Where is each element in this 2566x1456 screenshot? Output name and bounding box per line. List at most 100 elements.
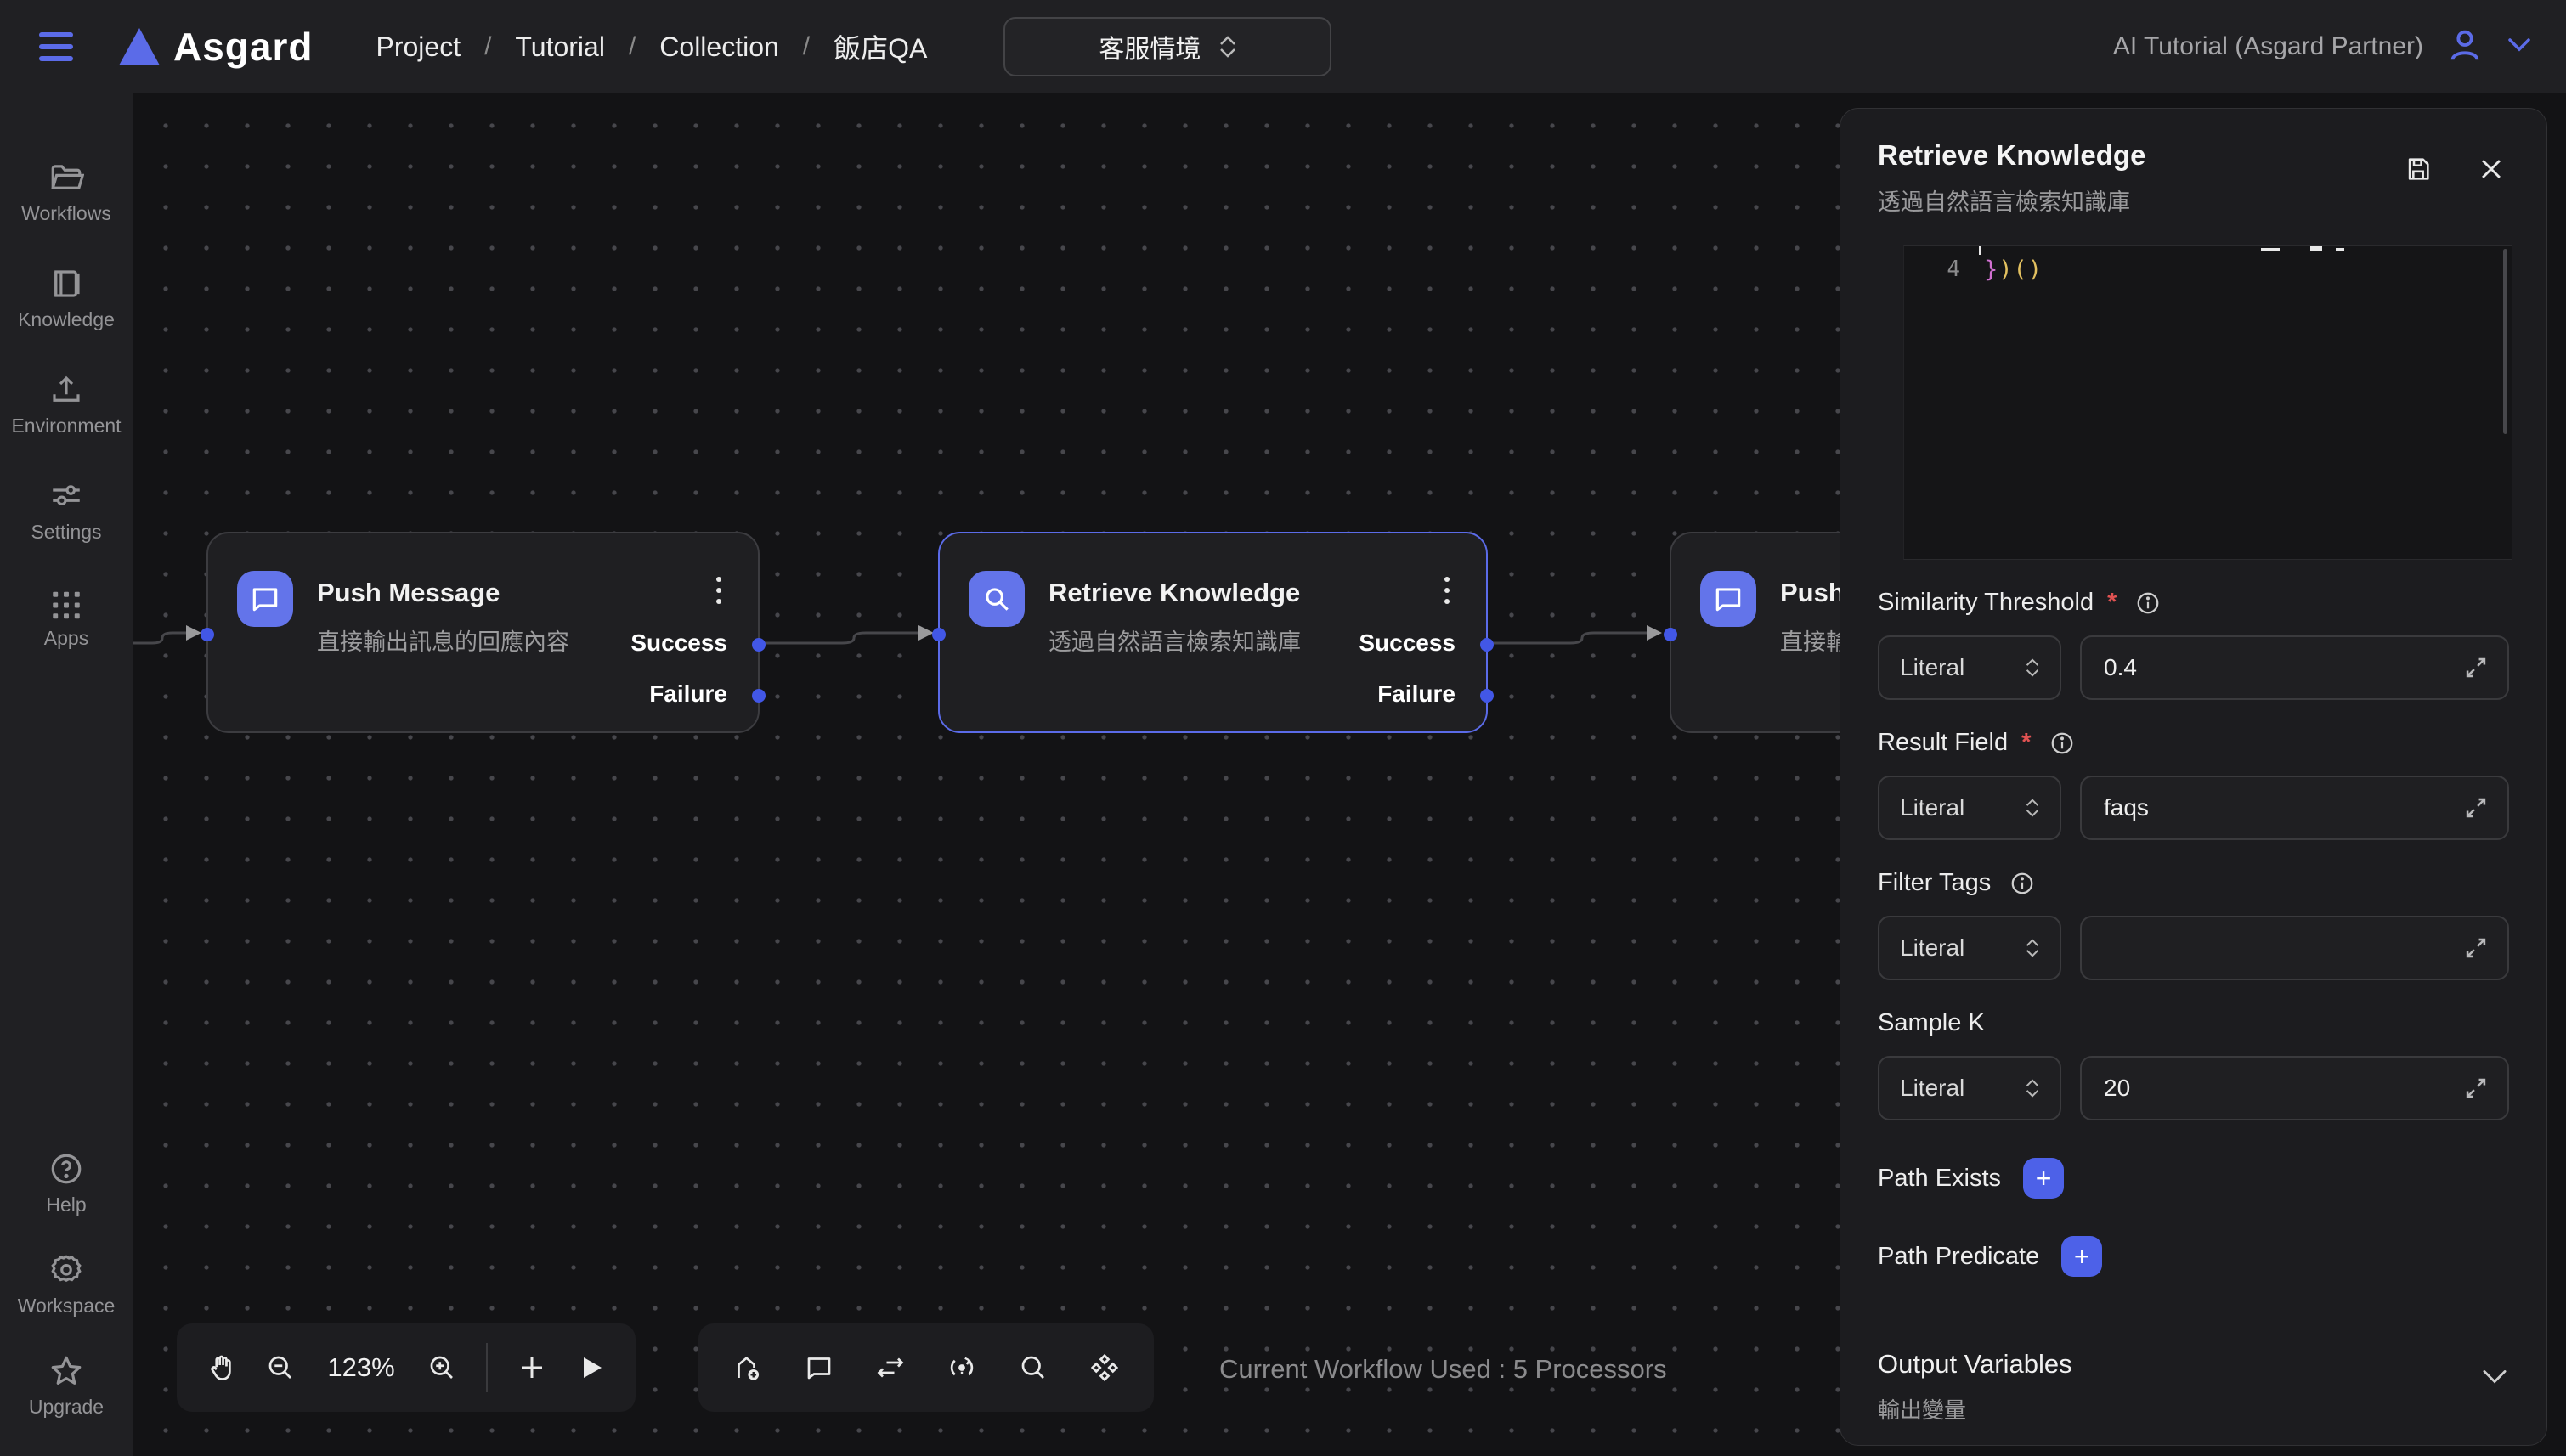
save-icon[interactable] xyxy=(2404,155,2433,183)
node-push-message[interactable]: Push Message 直接輸出訊息的回應內容 Success Failure xyxy=(206,532,760,733)
sidebar-item-settings[interactable]: Settings xyxy=(0,478,133,544)
fit-view-icon[interactable] xyxy=(1089,1352,1120,1383)
edge-push-to-retrieve xyxy=(761,633,918,643)
path-exists-row: Path Exists + xyxy=(1878,1158,2509,1199)
sidebar-item-knowledge[interactable]: Knowledge xyxy=(0,266,133,331)
sidebar-item-environment[interactable]: Environment xyxy=(0,372,133,437)
field-value: 0.4 xyxy=(2104,654,2461,681)
sidebar-item-upgrade[interactable]: Upgrade xyxy=(0,1353,133,1419)
info-icon[interactable] xyxy=(2049,731,2075,756)
rerun-agent-icon[interactable] xyxy=(947,1352,977,1383)
node-retrieve-knowledge[interactable]: Retrieve Knowledge 透過自然語言檢索知識庫 Success F… xyxy=(938,532,1488,733)
code-editor[interactable]: 4 })() xyxy=(1903,245,2512,560)
failure-port[interactable] xyxy=(1480,689,1494,703)
zoom-out-icon[interactable] xyxy=(265,1352,296,1383)
node-subtitle: 直接輸出訊息的回應內容 xyxy=(317,624,569,657)
sidebar-item-label: Knowledge xyxy=(18,308,115,331)
hamburger-menu-icon[interactable] xyxy=(34,27,78,66)
expand-icon[interactable] xyxy=(2461,793,2490,822)
node-menu-kebab-icon[interactable] xyxy=(1430,571,1464,610)
environment-selector[interactable]: 客服情境 xyxy=(1003,17,1331,76)
info-icon[interactable] xyxy=(2009,871,2035,896)
field-result-field: Result Field * Literal f xyxy=(1878,729,2509,840)
input-port[interactable] xyxy=(932,628,946,641)
field-value-input[interactable]: 20 xyxy=(2080,1056,2509,1120)
edge-into-push-message xyxy=(133,633,186,643)
pan-hand-icon[interactable] xyxy=(206,1352,236,1383)
add-path-exists-button[interactable]: + xyxy=(2023,1158,2064,1199)
field-value-input[interactable] xyxy=(2080,916,2509,980)
canvas-zoom-toolbar: 123% xyxy=(177,1323,636,1412)
swap-arrows-icon[interactable] xyxy=(875,1352,906,1383)
sidebar-item-label: Help xyxy=(46,1194,86,1216)
required-asterisk: * xyxy=(2107,589,2117,617)
field-sample-k: Sample K * Literal 20 xyxy=(1878,1009,2509,1120)
field-value: 20 xyxy=(2104,1075,2461,1102)
node-menu-kebab-icon[interactable] xyxy=(702,571,736,610)
expand-icon[interactable] xyxy=(2461,653,2490,682)
account-chevron-down-icon[interactable] xyxy=(2507,37,2532,58)
breadcrumb: Project / Tutorial / Collection / 飯店QA xyxy=(376,27,927,66)
navbar-left: Asgard Project / Tutorial / Collection /… xyxy=(34,17,1331,76)
expand-icon[interactable] xyxy=(2461,1074,2490,1103)
breadcrumb-project[interactable]: Project xyxy=(376,31,461,63)
add-node-icon[interactable] xyxy=(732,1352,763,1383)
sidebar-item-workflows[interactable]: Workflows xyxy=(0,160,133,225)
account-label: AI Tutorial (Asgard Partner) xyxy=(2113,32,2423,61)
breadcrumb-separator: / xyxy=(803,32,810,61)
app-logo[interactable]: Asgard xyxy=(119,24,313,70)
gear-icon xyxy=(48,1252,84,1288)
input-port[interactable] xyxy=(1664,628,1677,641)
failure-port[interactable] xyxy=(752,689,766,703)
zoom-in-icon[interactable] xyxy=(427,1352,457,1383)
add-path-predicate-button[interactable]: + xyxy=(2061,1236,2102,1277)
editor-scrollbar[interactable] xyxy=(2503,249,2507,434)
field-similarity-threshold: Similarity Threshold * Literal xyxy=(1878,589,2509,700)
breadcrumb-tutorial[interactable]: Tutorial xyxy=(515,31,605,63)
value-type-selected: Literal xyxy=(1900,1075,1964,1102)
chat-bubble-icon xyxy=(1700,571,1756,627)
breadcrumb-collection[interactable]: Collection xyxy=(659,31,779,63)
sidebar-item-label: Settings xyxy=(31,521,101,544)
run-workflow-icon[interactable] xyxy=(576,1352,607,1383)
breadcrumb-current[interactable]: 飯店QA xyxy=(834,27,927,66)
search-icon[interactable] xyxy=(1018,1352,1048,1383)
top-navbar: Asgard Project / Tutorial / Collection /… xyxy=(0,0,2566,93)
field-value-input[interactable]: 0.4 xyxy=(2080,635,2509,700)
value-type-select[interactable]: Literal xyxy=(1878,776,2061,840)
zoom-level: 123% xyxy=(325,1352,398,1383)
value-type-select[interactable]: Literal xyxy=(1878,916,2061,980)
sidebar-item-label: Environment xyxy=(11,415,121,437)
value-type-select[interactable]: Literal xyxy=(1878,635,2061,700)
success-port[interactable] xyxy=(1480,638,1494,652)
select-updown-icon xyxy=(2026,939,2039,957)
field-value-input[interactable]: faqs xyxy=(2080,776,2509,840)
question-circle-icon xyxy=(48,1151,84,1187)
sidebar-item-apps[interactable]: Apps xyxy=(0,584,133,650)
input-port[interactable] xyxy=(201,628,214,641)
left-sidebar: Workflows Knowledge Environment Settings… xyxy=(0,93,133,1456)
sidebar-item-label: Workflows xyxy=(21,202,111,225)
output-variables-section[interactable]: Output Variables 輸出變量 xyxy=(1878,1318,2509,1430)
comment-icon[interactable] xyxy=(804,1352,834,1383)
star-icon xyxy=(48,1353,84,1389)
node-title: Retrieve Knowledge xyxy=(1048,578,1300,608)
panel-header: Retrieve Knowledge 透過自然語言檢索知識庫 xyxy=(1878,139,2509,217)
close-icon[interactable] xyxy=(2477,155,2506,183)
sidebar-item-help[interactable]: Help xyxy=(0,1151,133,1216)
expand-icon[interactable] xyxy=(2461,934,2490,962)
field-label: Filter Tags xyxy=(1878,869,1991,897)
node-subtitle: 透過自然語言檢索知識庫 xyxy=(1048,624,1301,657)
field-label: Result Field xyxy=(1878,729,2008,757)
sidebar-item-workspace[interactable]: Workspace xyxy=(0,1252,133,1318)
info-icon[interactable] xyxy=(2135,590,2161,616)
value-type-selected: Literal xyxy=(1900,794,1964,821)
add-icon[interactable] xyxy=(517,1352,547,1383)
value-type-select[interactable]: Literal xyxy=(1878,1056,2061,1120)
book-icon xyxy=(48,266,84,302)
field-filter-tags: Filter Tags * Literal xyxy=(1878,869,2509,980)
user-icon[interactable] xyxy=(2445,25,2484,69)
path-predicate-row: Path Predicate + xyxy=(1878,1236,2509,1277)
chevron-down-icon[interactable] xyxy=(2480,1368,2509,1391)
success-port[interactable] xyxy=(752,638,766,652)
